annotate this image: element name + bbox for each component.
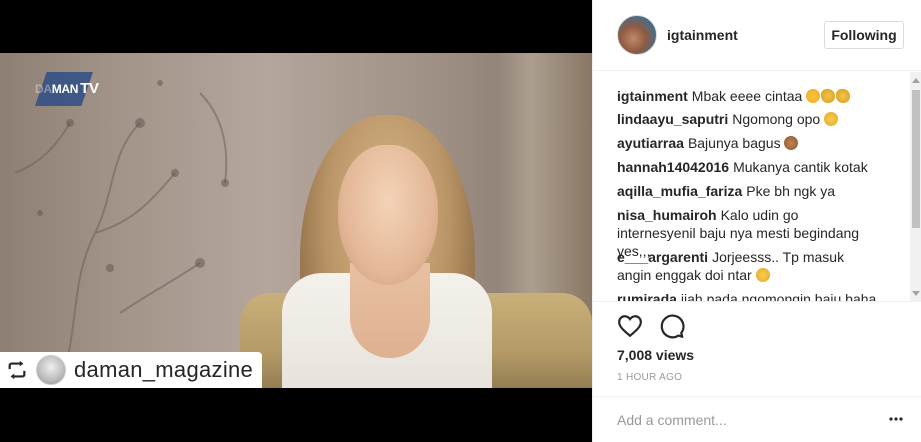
disappointed-face-emoji-icon	[755, 268, 770, 282]
repost-avatar	[36, 355, 66, 385]
post-sidebar: igtainment Following igtainment Mbak eeee…	[592, 0, 921, 442]
comment-text: Bajunya bagus	[687, 135, 781, 151]
comment-text: Pke bh ngk ya	[746, 183, 836, 199]
clapping-hands-emoji-icon	[821, 89, 836, 103]
comment-username[interactable]: e___argarenti	[617, 249, 708, 265]
comment-item: ayutiarraa Bajunya bagus	[617, 134, 907, 152]
comment-text: Mukanya cantik kotak	[733, 159, 868, 175]
comment-list: igtainment Mbak eeee cintaa lindaayu_sapu…	[593, 72, 921, 302]
add-comment-input[interactable]	[617, 411, 867, 429]
view-count[interactable]: 7,008 views	[617, 347, 694, 363]
comment-username[interactable]: hannah14042016	[617, 159, 729, 175]
comment-item: aqilla_mufia_fariza Pke bh ngk ya	[617, 182, 907, 200]
scroll-down-arrow-icon[interactable]	[912, 291, 920, 296]
comment-item: igtainment Mbak eeee cintaa	[617, 87, 907, 105]
comment-username[interactable]: aqilla_mufia_fariza	[617, 183, 742, 199]
more-options-button[interactable]	[887, 410, 905, 428]
comment-username[interactable]: nisa_humairoh	[617, 207, 717, 223]
comment-text: jiah pada ngomongin baju baha	[680, 291, 877, 302]
heart-icon[interactable]	[617, 313, 643, 339]
comment-username[interactable]: ayutiarraa	[617, 135, 684, 151]
heart-eyes-emoji-icon	[806, 89, 821, 103]
comment-item: lindaayu_saputri Ngomong opo	[617, 110, 907, 128]
comment-scrollbar[interactable]	[910, 72, 921, 302]
post-header: igtainment Following	[593, 0, 921, 71]
crying-face-emoji-icon	[824, 112, 839, 126]
brand-logo: DAMAN TV	[35, 72, 99, 106]
see-no-evil-monkey-emoji-icon	[784, 136, 799, 150]
scrollbar-thumb[interactable]	[912, 90, 920, 228]
comment-username[interactable]: igtainment	[617, 88, 688, 104]
comment-item: rumirada jiah pada ngomongin baju baha	[617, 290, 907, 302]
repost-icon	[8, 360, 26, 380]
scroll-up-arrow-icon[interactable]	[912, 78, 920, 83]
more-icon	[889, 417, 903, 421]
person-face	[338, 145, 438, 285]
comment-username[interactable]: rumirada	[617, 291, 677, 301]
comment-item: e___argarenti Jorjeesss.. Tp masuk angin …	[617, 248, 879, 284]
brand-logo-text: DAMAN TV	[35, 80, 99, 97]
following-button[interactable]: Following	[824, 21, 904, 49]
repost-username: daman_magazine	[74, 357, 254, 382]
repost-badge: daman_magazine	[0, 352, 262, 388]
post-media: DAMAN TV daman_magazine	[0, 0, 592, 442]
post-actions	[617, 313, 685, 339]
comment-item: hannah14042016 Mukanya cantik kotak	[617, 158, 907, 176]
post-timestamp: 1 HOUR AGO	[617, 372, 683, 383]
comment-username[interactable]: lindaayu_saputri	[617, 111, 728, 127]
post-username[interactable]: igtainment	[667, 27, 738, 43]
comment-text: Ngomong opo	[732, 111, 821, 127]
comment-icon[interactable]	[659, 313, 685, 339]
avatar[interactable]	[617, 15, 657, 55]
clapping-hands-emoji-icon	[836, 89, 851, 103]
add-comment-section	[593, 396, 921, 442]
comment-text: Mbak eeee cintaa	[691, 88, 803, 104]
